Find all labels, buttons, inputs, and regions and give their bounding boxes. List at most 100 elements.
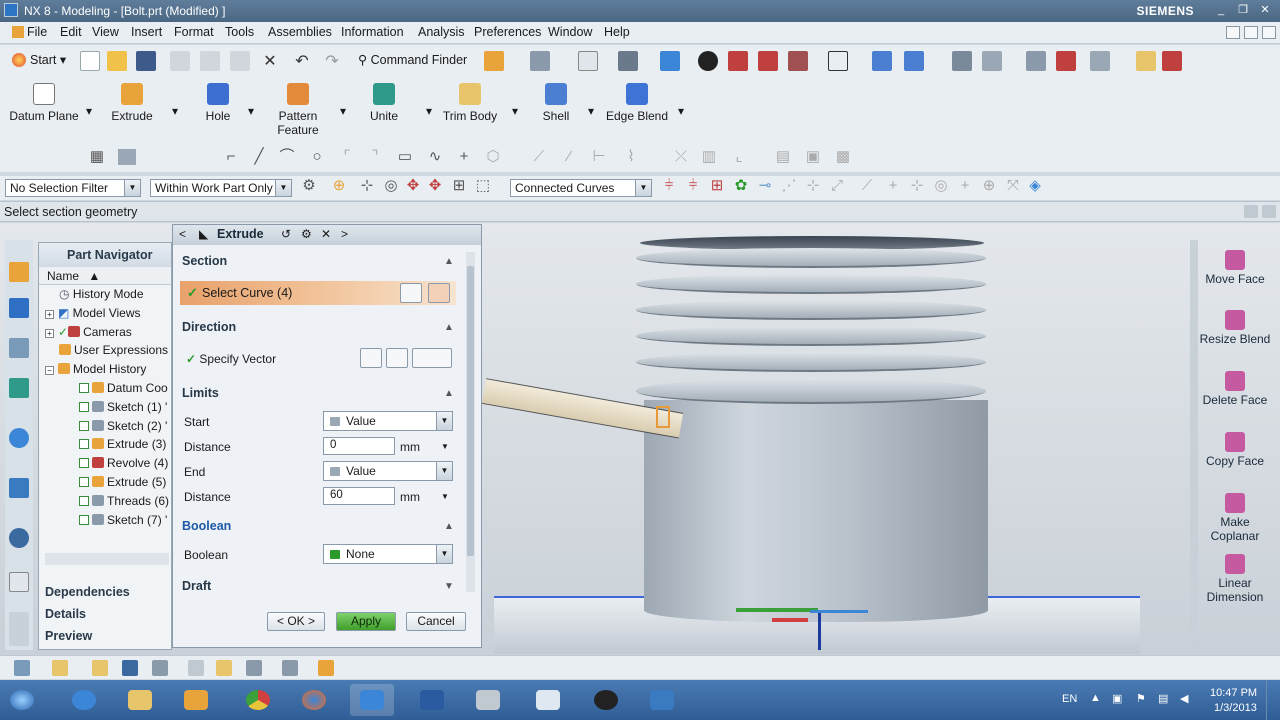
- snap-on-curve-icon[interactable]: ⊹: [908, 178, 926, 194]
- background-icon[interactable]: [828, 51, 848, 71]
- menu-assemblies[interactable]: Assemblies: [268, 25, 332, 39]
- trim-dropdown-icon[interactable]: ▾: [512, 104, 518, 118]
- journal-icon[interactable]: [216, 660, 232, 676]
- cut-icon[interactable]: [170, 51, 190, 71]
- pattern-dropdown-icon[interactable]: ▾: [340, 104, 346, 118]
- layer-icon[interactable]: [952, 51, 972, 71]
- shell-dropdown-icon[interactable]: ▾: [588, 104, 594, 118]
- taskbar-firefox[interactable]: [292, 684, 336, 716]
- measure-icon[interactable]: [1026, 51, 1046, 71]
- tree-feature[interactable]: Sketch (7) ': [45, 513, 171, 532]
- name-column-header[interactable]: Name ▲: [39, 267, 171, 285]
- snap-bounded-icon[interactable]: ⊕: [980, 178, 998, 194]
- macro-icon[interactable]: [188, 660, 204, 676]
- palette-scrollbar[interactable]: [1190, 240, 1198, 650]
- menu-insert[interactable]: Insert: [131, 25, 162, 39]
- menu-help[interactable]: Help: [604, 25, 630, 39]
- chain-within-feature-icon[interactable]: ⊞: [708, 178, 726, 194]
- volume-icon[interactable]: ◀: [1180, 692, 1188, 705]
- tree-history-mode[interactable]: ◷ History Mode: [45, 287, 171, 306]
- restore-icon[interactable]: ❐: [1234, 3, 1252, 18]
- system-materials-icon[interactable]: [9, 528, 29, 548]
- inferred-icon[interactable]: [52, 660, 68, 676]
- menu-information[interactable]: Information: [341, 25, 404, 39]
- collapse-limits-icon[interactable]: ▲: [444, 388, 456, 400]
- taskbar-nx[interactable]: [350, 684, 394, 716]
- snap-arc-center-icon[interactable]: ⤢: [828, 178, 846, 194]
- copy-face-button[interactable]: Copy Face: [1196, 432, 1274, 468]
- wcs-icon[interactable]: [982, 51, 1002, 71]
- snap-icon[interactable]: [14, 660, 30, 676]
- snap-intersection-icon[interactable]: ⊹: [804, 178, 822, 194]
- general-selection-icon[interactable]: ⊹: [358, 178, 376, 194]
- vector-type-dropdown[interactable]: [412, 348, 452, 368]
- extend-icon[interactable]: ▥: [700, 149, 718, 165]
- tree-feature[interactable]: Extrude (3): [45, 437, 171, 456]
- curve-rule-dropdown[interactable]: Connected Curves ▼: [510, 179, 652, 197]
- taskbar-explorer[interactable]: [118, 684, 162, 716]
- pattern-curve-icon[interactable]: ⁄: [560, 149, 578, 165]
- reverse-direction-icon[interactable]: [360, 348, 382, 368]
- tree-hscrollbar[interactable]: [45, 553, 169, 565]
- point-icon[interactable]: +: [455, 149, 473, 165]
- taskbar-app[interactable]: [466, 684, 510, 716]
- arc-icon[interactable]: ⌒: [278, 149, 296, 165]
- snap-clear-icon[interactable]: ⤧: [1004, 178, 1022, 194]
- trim-icon[interactable]: ⤫: [672, 149, 690, 165]
- preview-panel[interactable]: Preview: [45, 629, 92, 643]
- end-type-dropdown[interactable]: Value ▼: [323, 461, 453, 481]
- resize-blend-button[interactable]: Resize Blend: [1196, 310, 1274, 346]
- collapse-direction-icon[interactable]: ▲: [444, 322, 456, 334]
- points-icon[interactable]: [92, 660, 108, 676]
- nx-app-icon[interactable]: [4, 3, 18, 17]
- select-body-icon[interactable]: ✥: [426, 178, 444, 194]
- details-panel[interactable]: Details: [45, 607, 86, 621]
- tree-feature[interactable]: Threads (6): [45, 494, 171, 513]
- tray-expand-icon[interactable]: ▲: [1090, 692, 1101, 704]
- menu-format[interactable]: Format: [174, 25, 214, 39]
- dialog-titlebar[interactable]: < ◣ Extrude ↺ ⚙ ✕ >: [173, 225, 481, 245]
- taskbar-media[interactable]: [174, 684, 218, 716]
- start-type-dropdown[interactable]: Value ▼: [323, 411, 453, 431]
- boolean-header[interactable]: Boolean: [182, 519, 231, 533]
- mirror-curve-icon[interactable]: ⊢: [590, 149, 608, 165]
- undo-icon[interactable]: ↶: [292, 51, 312, 71]
- linear-dimension-button[interactable]: Linear Dimension: [1196, 554, 1274, 604]
- wireframe-icon[interactable]: [698, 51, 718, 71]
- edge-blend-dropdown-icon[interactable]: ▾: [678, 104, 684, 118]
- snap-quadrant-icon[interactable]: ⟋: [858, 178, 876, 194]
- render-icon[interactable]: [618, 51, 638, 71]
- tree-model-history[interactable]: − Model History: [45, 362, 171, 381]
- select-all-icon[interactable]: ◎: [382, 178, 400, 194]
- network-icon[interactable]: ▤: [1158, 692, 1168, 705]
- extrude-quick-icon[interactable]: [484, 51, 504, 71]
- tree-cameras[interactable]: + ✓ Cameras: [45, 325, 171, 344]
- chamfer-icon[interactable]: ⌝: [366, 149, 384, 165]
- grid-icon[interactable]: [122, 660, 138, 676]
- redo-icon[interactable]: ↷: [322, 51, 342, 71]
- menu-analysis[interactable]: Analysis: [418, 25, 465, 39]
- draft-header[interactable]: Draft: [182, 579, 211, 593]
- customize-icon[interactable]: [1162, 51, 1182, 71]
- datum-plane-dropdown-icon[interactable]: ▾: [86, 104, 92, 118]
- profile-icon[interactable]: ⌐: [222, 149, 240, 165]
- studio-spline-icon[interactable]: ∿: [426, 149, 444, 165]
- taskbar-ie[interactable]: [62, 684, 106, 716]
- taskbar-chrome[interactable]: [236, 684, 280, 716]
- part-navigator-icon[interactable]: [9, 338, 29, 358]
- close-icon[interactable]: ✕: [1256, 3, 1274, 18]
- filter-options-icon[interactable]: ⚙: [300, 178, 318, 194]
- trim-body-button[interactable]: Trim Body: [440, 83, 500, 123]
- sketch-section-icon[interactable]: [400, 283, 422, 303]
- close-icon[interactable]: ✕: [321, 227, 331, 241]
- end-distance-input[interactable]: 60: [323, 487, 395, 505]
- orient-icon[interactable]: [872, 51, 892, 71]
- limits-header[interactable]: Limits: [182, 386, 219, 400]
- hole-button[interactable]: Hole: [196, 83, 240, 123]
- chevron-right-icon[interactable]: >: [341, 227, 348, 241]
- snap-point-icon[interactable]: ⊕: [330, 178, 348, 194]
- select-curve-row[interactable]: ✓ Select Curve (4): [180, 281, 456, 305]
- cancel-button[interactable]: Cancel: [406, 612, 466, 631]
- dependencies-panel[interactable]: Dependencies: [45, 585, 130, 599]
- view-top-icon[interactable]: [758, 51, 778, 71]
